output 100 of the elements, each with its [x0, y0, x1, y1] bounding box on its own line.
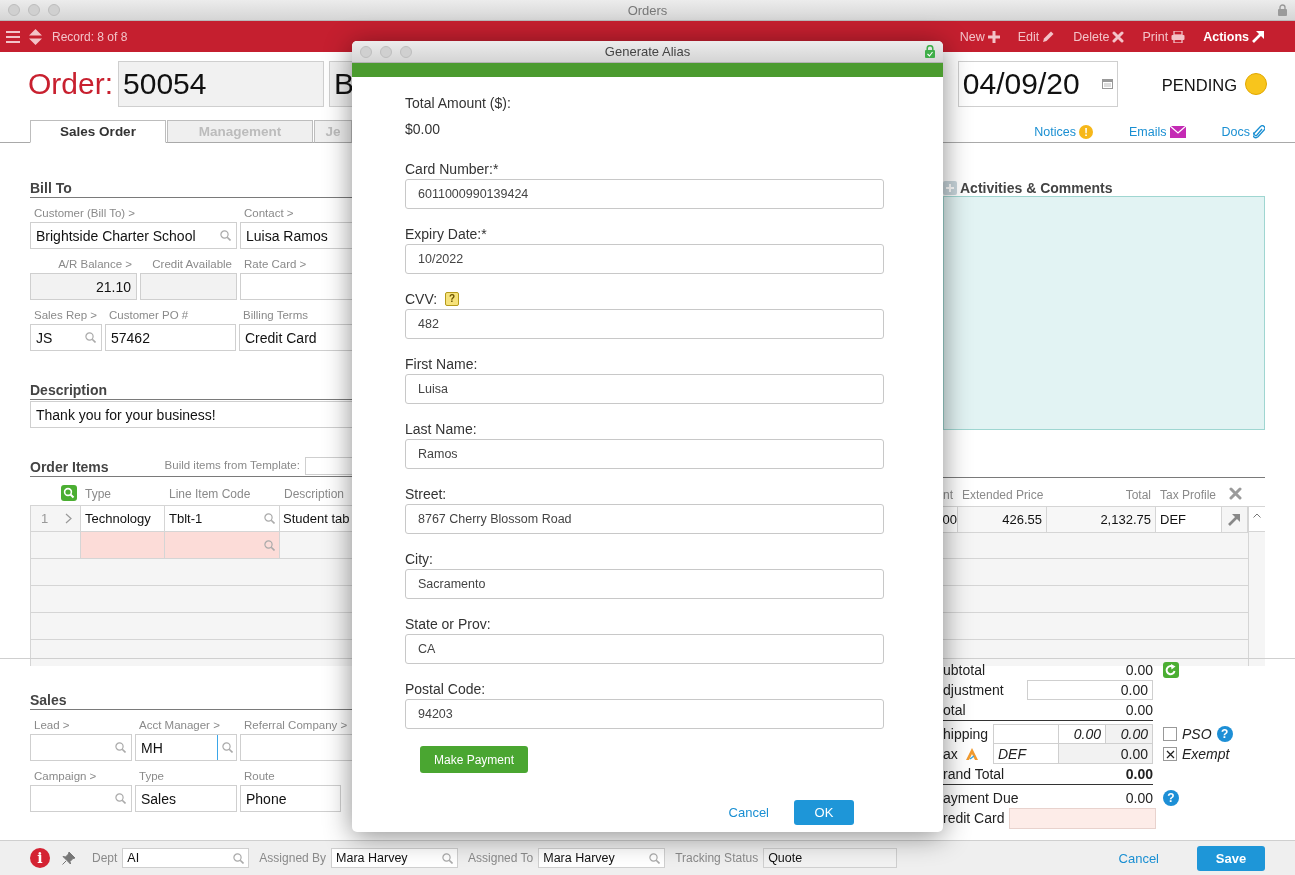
search-field[interactable] — [30, 734, 132, 761]
window-title: Orders — [626, 2, 669, 18]
checkbox[interactable] — [1163, 747, 1177, 761]
field-label: Route — [244, 769, 276, 783]
logo-icon — [965, 748, 978, 760]
total-label: ubtotal — [943, 662, 987, 678]
field-label: Expiry Date:* — [405, 225, 487, 244]
search-icon — [264, 539, 275, 551]
search-field[interactable]: Mara Harvey — [331, 848, 459, 868]
input-field[interactable]: DEF — [993, 744, 1059, 764]
caret-icon[interactable] — [1253, 513, 1261, 518]
search-field[interactable] — [30, 785, 132, 812]
tab[interactable]: Sales Order — [30, 120, 166, 143]
printer-icon — [1171, 30, 1186, 43]
window-button[interactable] — [28, 4, 40, 16]
search-field[interactable]: Brightside Charter School — [30, 222, 237, 249]
search-button[interactable] — [217, 735, 236, 760]
search-field[interactable]: JS — [30, 324, 102, 351]
checkbox[interactable] — [1163, 727, 1177, 741]
checkbox-label: PSO — [1182, 726, 1212, 742]
status-dot — [1245, 73, 1267, 95]
order-number-field[interactable]: 50054 — [118, 61, 325, 107]
text-field[interactable] — [304, 457, 352, 475]
field-label: Campaign > — [34, 769, 98, 783]
search-icon — [221, 742, 233, 753]
total-value: 0.00 — [1125, 662, 1153, 678]
text-field[interactable]: Phone — [240, 785, 341, 812]
close-icon — [1112, 30, 1125, 43]
field-label: Dept — [92, 851, 118, 865]
input-field[interactable] — [1009, 807, 1156, 829]
text-field[interactable]: 57462 — [105, 324, 236, 351]
column-header: nt — [943, 487, 954, 502]
help-icon[interactable]: ? — [445, 292, 460, 306]
input-field[interactable]: 6011000990139424 — [405, 179, 884, 209]
calendar-icon[interactable] — [1101, 79, 1113, 89]
input-field[interactable]: Luisa — [405, 374, 884, 404]
search-icon[interactable] — [61, 485, 77, 501]
help-icon[interactable]: ? — [1216, 726, 1233, 742]
input-field[interactable]: 0.00 — [1027, 680, 1153, 700]
text-field[interactable]: Sales — [135, 785, 237, 812]
section-title: Order Items — [30, 459, 109, 476]
field-label: Customer (Bill To) > — [34, 206, 137, 220]
alert-icon: ! — [1079, 125, 1093, 139]
total-label: otal — [943, 702, 967, 718]
input-field[interactable]: Sacramento — [405, 569, 884, 599]
toolbar-button[interactable]: Delete — [1073, 29, 1125, 44]
help-icon[interactable]: ? — [1163, 790, 1179, 806]
pin-icon[interactable] — [62, 851, 75, 865]
input-field[interactable]: 482 — [405, 309, 884, 339]
input-field[interactable]: 0.00 — [1059, 724, 1106, 744]
window-button[interactable] — [400, 45, 412, 58]
link[interactable]: Notices ! — [1034, 125, 1093, 139]
menu-icon[interactable] — [6, 30, 20, 43]
total-amount: $0.00 — [405, 120, 442, 139]
cancel-link[interactable]: Cancel — [728, 805, 769, 820]
chevron-icon[interactable] — [65, 513, 72, 524]
window-button[interactable] — [360, 45, 372, 58]
link[interactable]: Emails — [1129, 125, 1186, 139]
text-field[interactable]: Thank you for your business! — [30, 401, 352, 428]
total-value: 0.00 — [1125, 790, 1153, 806]
input-field[interactable]: 94203 — [405, 699, 884, 729]
search-field[interactable]: AI — [122, 848, 250, 868]
add-icon[interactable] — [943, 180, 957, 195]
input-field[interactable]: 10/2022 — [405, 244, 884, 274]
table-cell: DEF — [1156, 507, 1222, 532]
text-field[interactable] — [240, 734, 352, 761]
text-field[interactable]: Credit Card — [239, 324, 352, 351]
section-title: Description — [30, 382, 107, 399]
search-field[interactable]: MH — [135, 734, 237, 761]
toolbar-button[interactable]: Print — [1142, 29, 1186, 44]
input-field[interactable]: 8767 Cherry Blossom Road — [405, 504, 884, 534]
field-label: Assigned To — [468, 851, 534, 865]
text-field[interactable] — [240, 273, 352, 300]
refresh-icon[interactable] — [1163, 662, 1179, 678]
info-icon[interactable]: i — [30, 848, 50, 868]
field-label: Credit Available — [151, 257, 232, 271]
window-button[interactable] — [8, 4, 20, 16]
field-label: Total Amount ($): — [405, 94, 512, 113]
text-field[interactable]: B — [329, 61, 354, 107]
field-label: Type — [139, 769, 165, 783]
field-label: Last Name: — [405, 420, 477, 439]
table-cell: Technology — [81, 506, 165, 531]
window-button[interactable] — [380, 45, 392, 58]
record-counter: Record: 8 of 8 — [52, 29, 128, 44]
field-label: CVV: — [405, 290, 438, 309]
link[interactable]: Docs — [1221, 125, 1265, 139]
sort-arrows-icon[interactable] — [29, 28, 42, 45]
input-field[interactable]: CA — [405, 634, 884, 664]
search-icon — [115, 793, 126, 804]
text-field[interactable]: Luisa Ramos — [240, 222, 352, 249]
date-field[interactable]: 04/09/20 — [957, 61, 1118, 107]
toolbar-button[interactable]: New — [959, 29, 1000, 44]
toolbar-button[interactable]: Actions — [1203, 29, 1265, 44]
window-button[interactable] — [48, 4, 60, 16]
toolbar-button[interactable]: Edit — [1017, 29, 1056, 44]
search-icon — [264, 513, 275, 524]
search-field[interactable]: Mara Harvey — [538, 848, 666, 868]
input-field[interactable] — [993, 724, 1059, 744]
input-field[interactable]: Ramos — [405, 439, 884, 469]
table-cell: 00 — [943, 507, 958, 532]
